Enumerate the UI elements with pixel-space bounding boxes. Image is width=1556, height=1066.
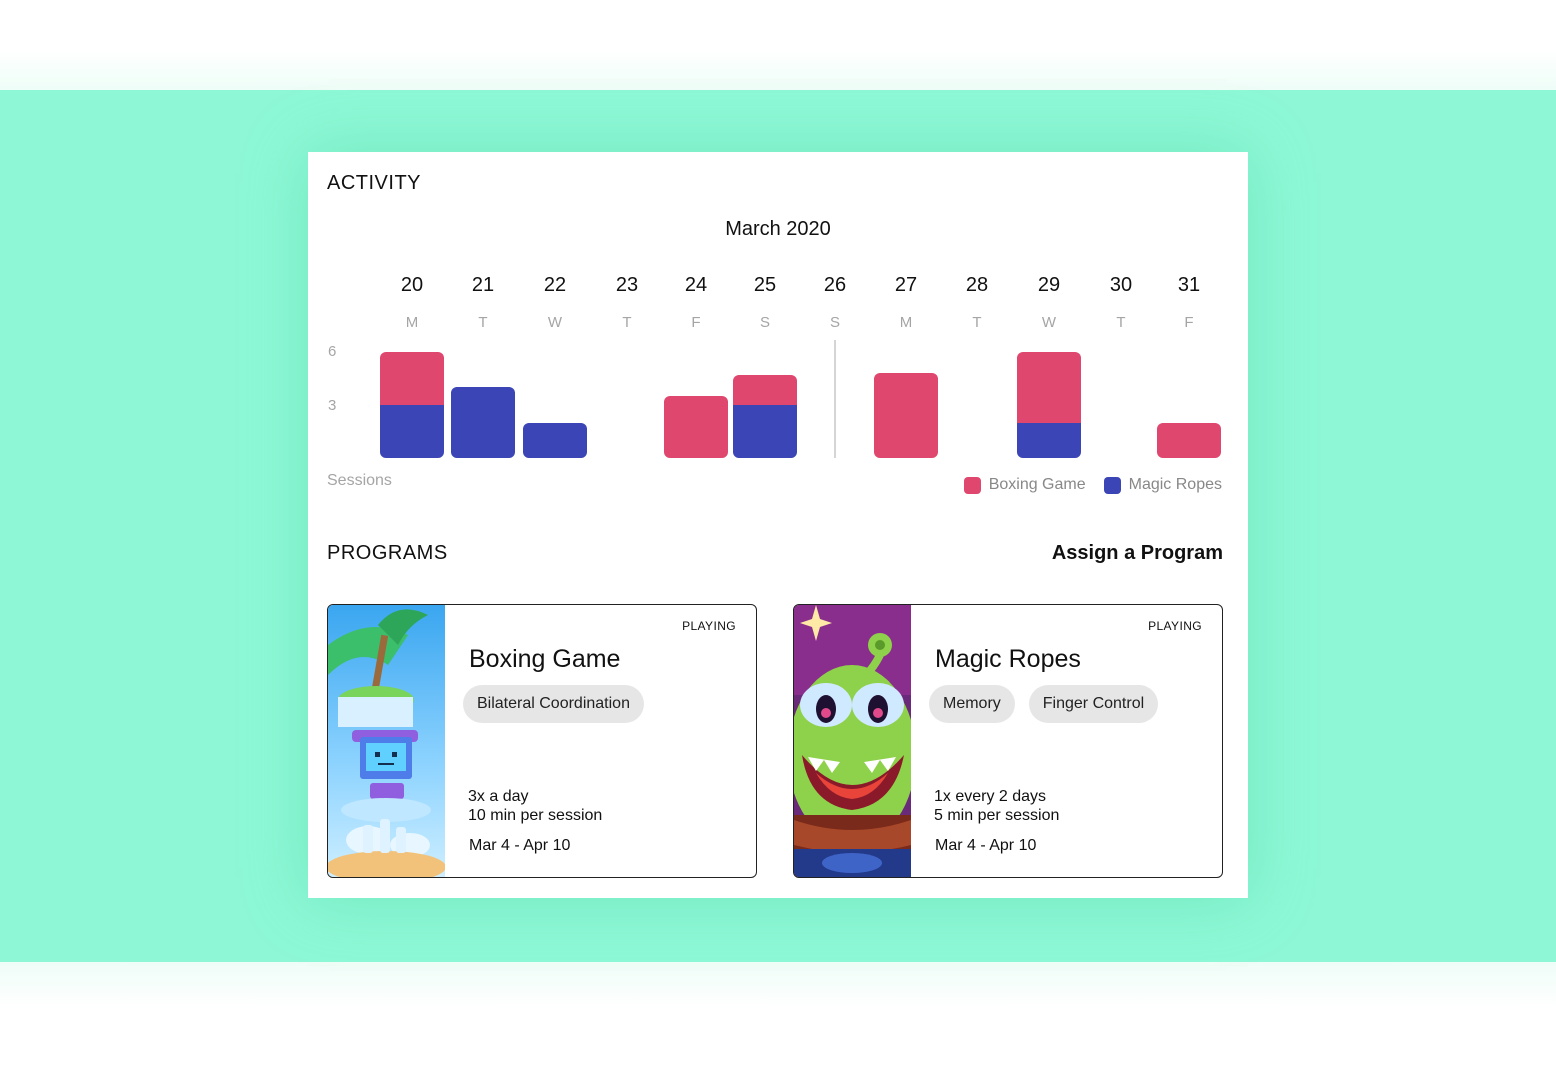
program-duration: 5 min per session	[934, 807, 1060, 824]
bar-day-22	[523, 423, 587, 458]
bar-day-24	[664, 396, 728, 458]
program-schedule: 1x every 2 days 5 min per session	[934, 787, 1059, 825]
date-label: 26	[823, 274, 847, 296]
date-label: 29	[1037, 274, 1061, 296]
month-label: March 2020	[725, 218, 831, 240]
bottom-background	[0, 962, 1556, 1066]
date-label: 23	[615, 274, 639, 296]
program-tags: Bilateral Coordination	[463, 685, 644, 723]
legend-label: Boxing Game	[988, 476, 1086, 493]
bar-segment-magic-ropes	[523, 423, 587, 458]
bar-day-29	[1017, 352, 1081, 458]
skill-tag: Memory	[929, 685, 1015, 723]
program-title: Boxing Game	[469, 645, 621, 673]
date-label: 30	[1109, 274, 1133, 296]
program-status: PLAYING	[1148, 619, 1202, 633]
bar-segment-boxing-game	[380, 352, 444, 405]
program-card-magic-ropes[interactable]: PLAYING Magic Ropes Memory Finger Contro…	[793, 604, 1223, 878]
weekday-label: S	[759, 314, 770, 331]
legend-item-boxing: Boxing Game	[963, 476, 1086, 494]
chart-legend: Boxing Game Magic Ropes	[954, 476, 1222, 494]
program-card-boxing[interactable]: PLAYING Boxing Game Bilateral Coordinati…	[327, 604, 757, 878]
weekday-label: T	[622, 314, 632, 331]
weekday-label: W	[1041, 314, 1057, 331]
bar-segment-boxing-game	[733, 375, 797, 405]
program-tags: Memory Finger Control	[929, 685, 1159, 723]
magic-ropes-artwork	[794, 605, 911, 877]
legend-item-magic-ropes: Magic Ropes	[1103, 476, 1222, 494]
weekday-label: T	[1116, 314, 1126, 331]
date-label: 24	[684, 274, 708, 296]
week-divider	[834, 340, 836, 458]
weekday-label: F	[691, 314, 701, 331]
activity-section-title: ACTIVITY	[327, 172, 422, 194]
program-status: PLAYING	[682, 619, 736, 633]
weekday-label: T	[478, 314, 488, 331]
bar-segment-boxing-game	[874, 373, 938, 458]
date-label: 22	[543, 274, 567, 296]
y-axis-label: Sessions	[327, 472, 392, 489]
weekday-label: W	[547, 314, 563, 331]
y-tick-label: 6	[328, 343, 337, 360]
programs-section-title: PROGRAMS	[327, 542, 448, 564]
top-background	[0, 0, 1556, 90]
bar-day-27	[874, 373, 938, 458]
date-label: 27	[894, 274, 918, 296]
weekday-label: S	[829, 314, 840, 331]
bar-segment-magic-ropes	[1017, 423, 1081, 458]
skill-tag: Bilateral Coordination	[463, 685, 644, 723]
program-duration: 10 min per session	[468, 807, 603, 824]
legend-swatch	[1103, 476, 1121, 494]
bar-segment-magic-ropes	[451, 387, 515, 458]
y-tick-label: 3	[328, 397, 337, 414]
program-date-range: Mar 4 - Apr 10	[469, 837, 571, 854]
skill-tag: Finger Control	[1028, 685, 1159, 723]
bar-segment-boxing-game	[1157, 423, 1221, 458]
date-label: 31	[1177, 274, 1201, 296]
boxing-game-artwork	[328, 605, 445, 877]
program-schedule: 3x a day 10 min per session	[468, 787, 602, 825]
date-label: 21	[471, 274, 495, 296]
bar-day-25	[733, 375, 797, 458]
weekday-label: M	[405, 314, 419, 331]
program-date-range: Mar 4 - Apr 10	[935, 837, 1037, 854]
program-frequency: 3x a day	[468, 788, 529, 805]
date-label: 25	[753, 274, 777, 296]
assign-program-button[interactable]: Assign a Program	[1052, 542, 1223, 565]
date-label: 20	[400, 274, 424, 296]
bar-day-20	[380, 352, 444, 458]
bar-segment-magic-ropes	[380, 405, 444, 458]
legend-swatch	[963, 476, 981, 494]
program-frequency: 1x every 2 days	[934, 788, 1047, 805]
dashboard-panel: ACTIVITY March 2020 20 21 22 23 24 25 26…	[308, 152, 1248, 898]
date-label: 28	[965, 274, 989, 296]
program-title: Magic Ropes	[935, 645, 1081, 673]
bar-segment-boxing-game	[664, 396, 728, 458]
legend-label: Magic Ropes	[1128, 476, 1222, 493]
weekday-label: T	[972, 314, 982, 331]
bar-segment-magic-ropes	[733, 405, 797, 458]
weekday-label: F	[1184, 314, 1194, 331]
bar-day-21	[451, 387, 515, 458]
bar-segment-boxing-game	[1017, 352, 1081, 423]
bar-day-31	[1157, 423, 1221, 458]
weekday-label: M	[899, 314, 913, 331]
